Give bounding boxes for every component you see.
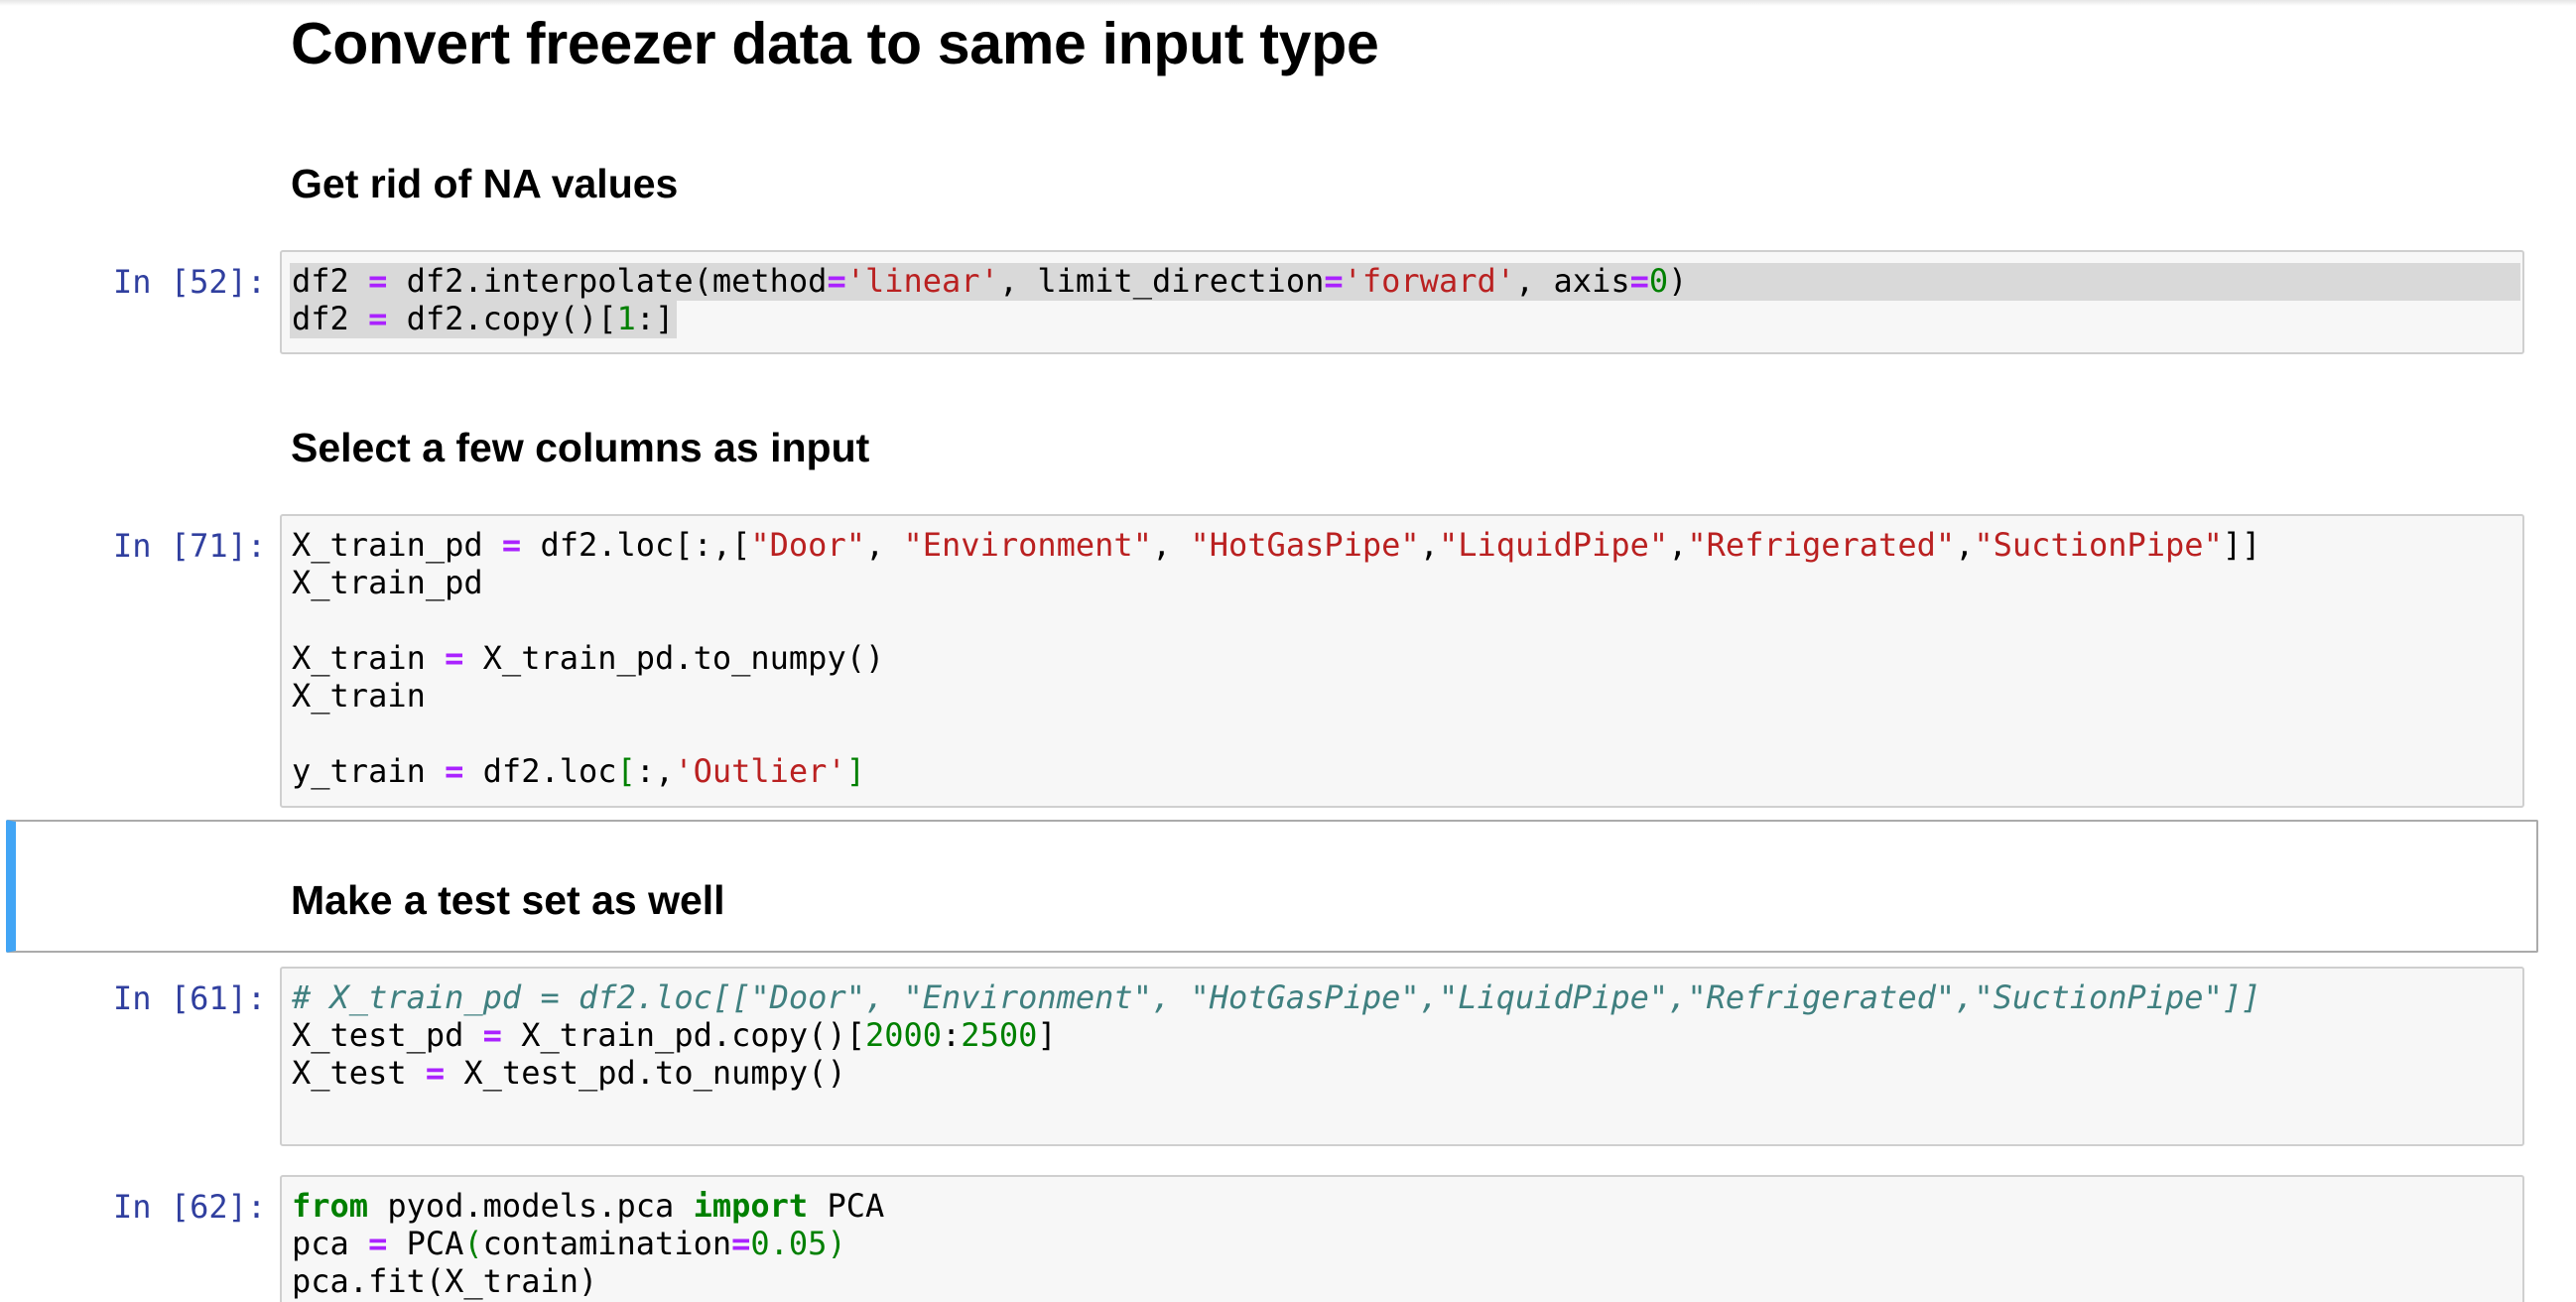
code-cell-52[interactable]: df2 = df2.interpolate(method='linear', l… <box>280 250 2524 354</box>
cell-prompt-52: In [52]: <box>113 263 267 301</box>
cell-prompt-61: In [61]: <box>113 979 267 1017</box>
code-editor-52[interactable]: df2 = df2.interpolate(method='linear', l… <box>292 262 1687 337</box>
code-editor-71[interactable]: X_train_pd = df2.loc[:,["Door", "Environ… <box>292 526 2260 790</box>
cell-prompt-71: In [71]: <box>113 527 267 565</box>
code-editor-62[interactable]: from pyod.models.pca import PCA pca = PC… <box>292 1187 884 1300</box>
code-line: X_test = X_test_pd.to_numpy() <box>292 1054 846 1092</box>
code-editor-61[interactable]: # X_train_pd = df2.loc[["Door", "Environ… <box>292 978 2260 1092</box>
code-cell-62[interactable]: from pyod.models.pca import PCA pca = PC… <box>280 1175 2524 1302</box>
code-line: from pyod.models.pca import PCA <box>292 1187 885 1225</box>
heading-get-rid-of-na: Get rid of NA values <box>291 161 679 206</box>
notebook-top-shadow <box>0 0 2576 6</box>
heading-select-columns: Select a few columns as input <box>291 425 870 470</box>
code-line: X_train_pd = df2.loc[:,["Door", "Environ… <box>292 526 2261 564</box>
code-line: df2 = df2.copy()[1:] <box>292 300 675 337</box>
code-cell-61[interactable]: # X_train_pd = df2.loc[["Door", "Environ… <box>280 967 2524 1146</box>
code-line: X_train_pd <box>292 564 483 601</box>
code-line: pca.fit(X_train) <box>292 1262 598 1300</box>
code-cell-71[interactable]: X_train_pd = df2.loc[:,["Door", "Environ… <box>280 514 2524 808</box>
cell-prompt-62: In [62]: <box>113 1188 267 1226</box>
code-line: X_test_pd = X_train_pd.copy()[2000:2500] <box>292 1016 1057 1054</box>
code-line: X_train = X_train_pd.to_numpy() <box>292 639 885 677</box>
code-line: pca = PCA(contamination=0.05) <box>292 1225 846 1262</box>
heading-make-test-set: Make a test set as well <box>291 877 725 923</box>
code-line: df2 = df2.interpolate(method='linear', l… <box>292 262 1688 300</box>
heading-convert-freezer-data: Convert freezer data to same input type <box>291 11 1379 76</box>
code-line: # X_train_pd = df2.loc[["Door", "Environ… <box>292 978 2261 1016</box>
code-line: X_train <box>292 677 426 715</box>
code-line: y_train = df2.loc[:,'Outlier'] <box>292 752 865 790</box>
